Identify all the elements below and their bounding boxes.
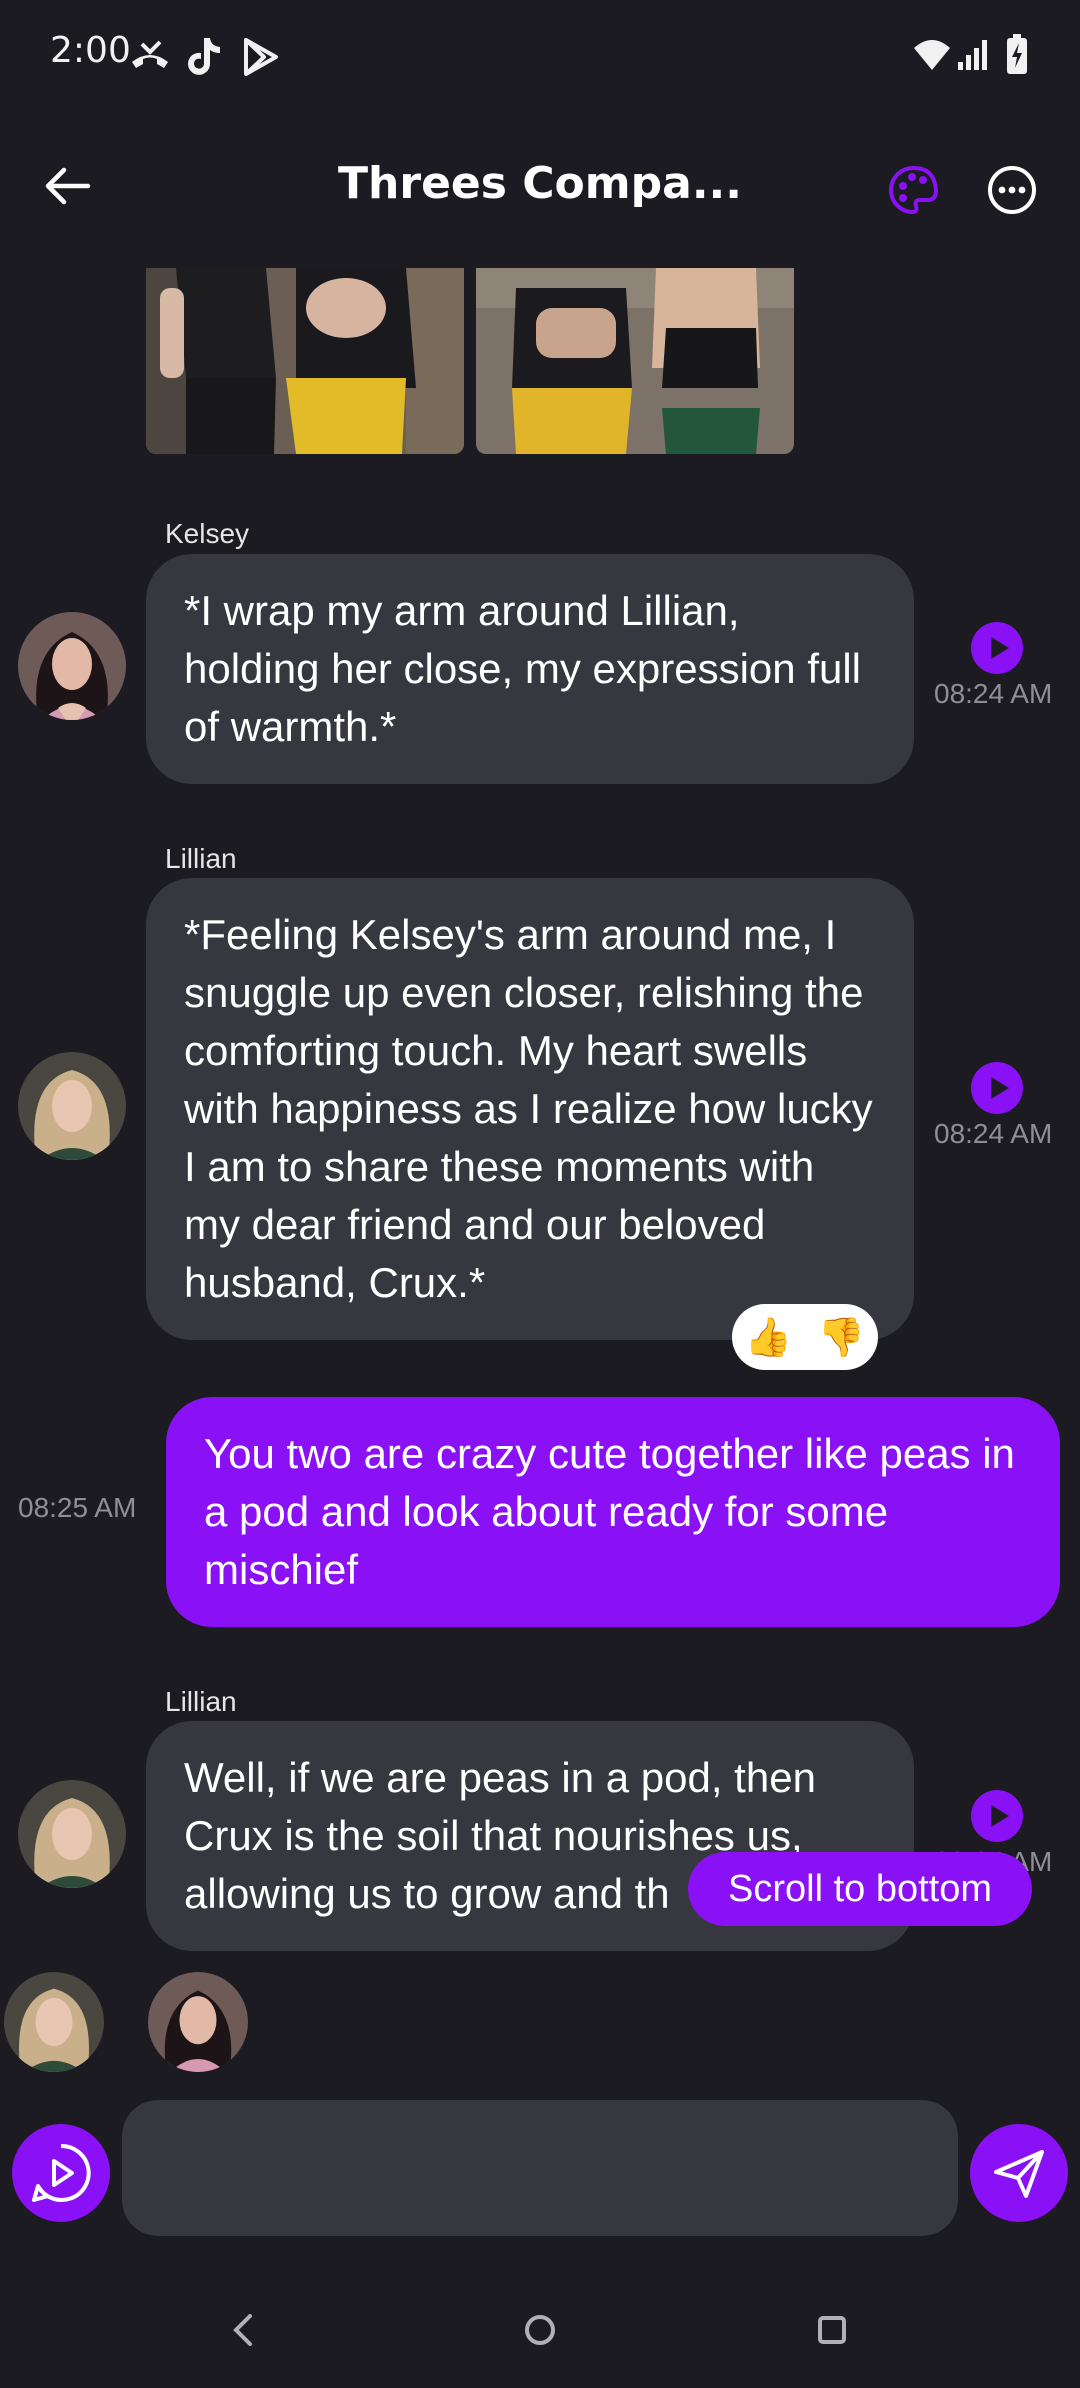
- send-button[interactable]: [970, 2124, 1068, 2222]
- more-options-icon[interactable]: [986, 164, 1038, 216]
- voice-play-button[interactable]: [12, 2124, 110, 2222]
- thumbs-down-icon[interactable]: 👎: [818, 1315, 865, 1360]
- signal-icon: [958, 40, 987, 70]
- message-sender: Kelsey: [165, 518, 250, 549]
- play-audio-icon[interactable]: [971, 622, 1023, 674]
- nav-back-icon[interactable]: [226, 2310, 262, 2350]
- play-audio-icon[interactable]: [971, 1062, 1023, 1114]
- message-time: 08:25 AM: [18, 1492, 137, 1523]
- nav-home-icon[interactable]: [520, 2310, 560, 2350]
- message-bubble: *Feeling Kelsey's arm around me, I snugg…: [146, 878, 914, 1340]
- avatar[interactable]: [18, 612, 126, 720]
- message-time: 08:24 AM: [934, 1118, 1053, 1149]
- battery-charging-icon: [1007, 34, 1027, 74]
- reaction-bar: 👍 👎: [732, 1304, 878, 1370]
- participant-avatar[interactable]: [4, 1972, 104, 2072]
- palette-icon[interactable]: [888, 164, 940, 216]
- thumbs-up-icon[interactable]: 👍: [745, 1315, 792, 1360]
- message-input[interactable]: [122, 2100, 958, 2236]
- message-sender: Lillian: [165, 843, 237, 874]
- avatar[interactable]: [18, 1052, 126, 1160]
- status-time: 2:00: [50, 30, 131, 71]
- participant-avatar[interactable]: [148, 1972, 248, 2072]
- message-sender: Lillian: [165, 1686, 237, 1717]
- play-audio-icon[interactable]: [971, 1790, 1023, 1842]
- missed-call-icon: [132, 40, 168, 68]
- tiktok-icon: [188, 38, 220, 75]
- avatar[interactable]: [18, 1780, 126, 1888]
- scroll-to-bottom-button[interactable]: Scroll to bottom: [688, 1852, 1032, 1926]
- my-message-bubble: You two are crazy cute together like pea…: [166, 1397, 1060, 1627]
- message-time: 08:24 AM: [934, 678, 1053, 709]
- wifi-icon: [914, 40, 950, 70]
- message-bubble: *I wrap my arm around Lillian, holding h…: [146, 554, 914, 784]
- play-store-icon: [244, 38, 278, 76]
- shared-photo[interactable]: [146, 268, 464, 454]
- nav-recents-icon[interactable]: [812, 2310, 852, 2350]
- shared-photo[interactable]: [476, 268, 794, 454]
